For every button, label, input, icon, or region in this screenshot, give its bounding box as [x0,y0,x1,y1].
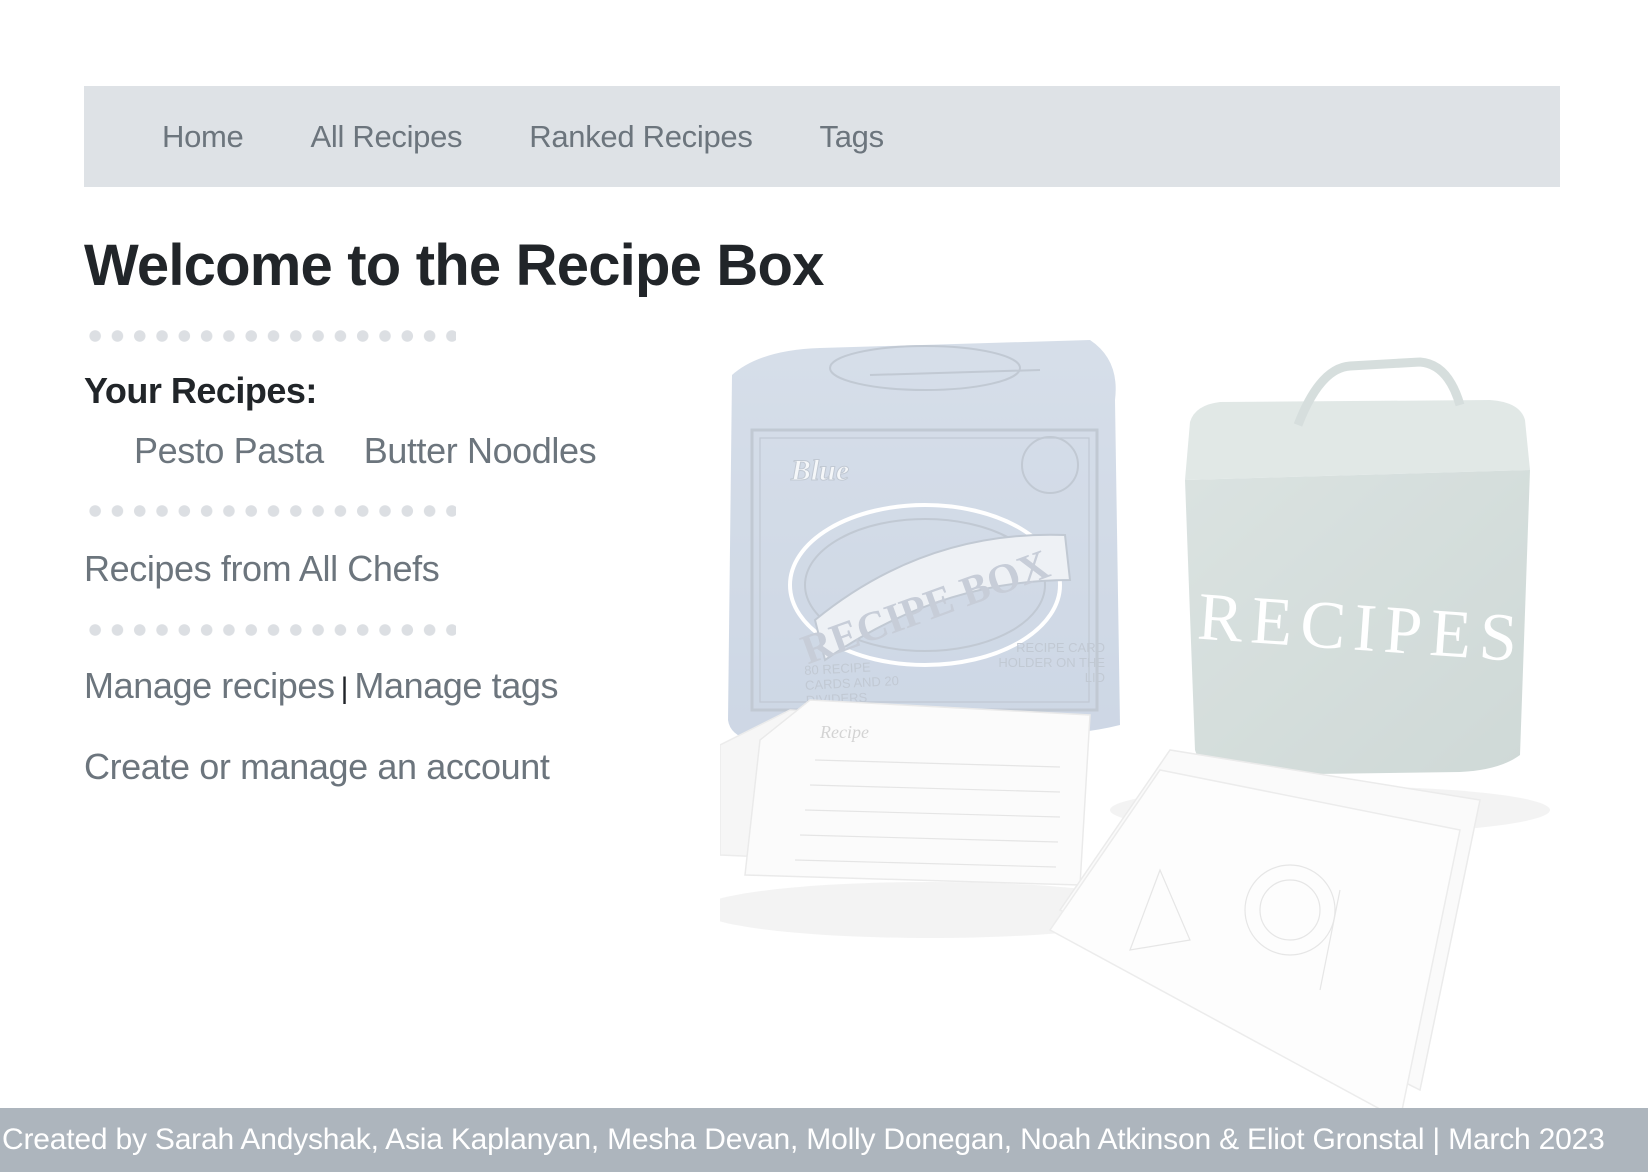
box-left-caption: 80 RECIPE CARDS AND 20 DIVIDERS [805,660,900,704]
nav-item-ranked-recipes: Ranked Recipes [529,119,753,155]
your-recipes-list: Pesto Pasta Butter Noodles [134,430,636,472]
manage-recipes-link[interactable]: Manage recipes [84,665,335,706]
navbar: Home All Recipes Ranked Recipes Tags [84,86,1560,187]
your-recipes-heading: Your Recipes: [84,370,317,411]
recipe-link-butter-noodles[interactable]: Butter Noodles [364,430,597,471]
page-title: Welcome to the Recipe Box [84,233,824,298]
nav-link-home[interactable]: Home [162,119,244,154]
recipe-box-image: RECIPE BOX Blue 80 RECIPE CARDS AND 20 D… [720,340,1550,1120]
recipes-tin: RECIPES [1185,357,1530,775]
footer: Created by Sarah Andyshak, Asia Kaplanya… [0,1108,1648,1172]
dotted-divider [84,330,456,342]
cardboard-box: RECIPE BOX Blue 80 RECIPE CARDS AND 20 D… [728,340,1120,740]
nav-item-home: Home [162,119,244,155]
recipe-link-pesto-pasta[interactable]: Pesto Pasta [134,430,324,471]
box-right-caption: RECIPE CARD HOLDER ON THE LID [998,640,1105,684]
nav-item-all-recipes: All Recipes [311,119,463,155]
nav-link-ranked-recipes[interactable]: Ranked Recipes [529,119,753,154]
dotted-divider [84,624,456,636]
manage-links-row: Manage recipes | Manage tags [84,665,559,707]
account-link[interactable]: Create or manage an account [84,746,550,788]
footer-credits: Created by Sarah Andyshak, Asia Kaplanya… [2,1123,1605,1156]
nav-link-all-recipes[interactable]: All Recipes [311,119,463,154]
link-separator: | [340,672,349,705]
nav-list: Home All Recipes Ranked Recipes Tags [84,86,951,187]
card-title-text: Recipe [819,722,869,742]
list-item: Pesto Pasta [134,430,324,472]
dotted-divider [84,505,456,517]
box-brand-text: Blue [790,454,849,487]
all-chefs-link[interactable]: Recipes from All Chefs [84,548,440,590]
nav-link-tags[interactable]: Tags [820,119,885,154]
recipe-cards: Recipe [720,699,1091,886]
manage-tags-link[interactable]: Manage tags [354,665,558,706]
list-item: Butter Noodles [364,430,597,472]
nav-item-tags: Tags [820,119,885,155]
page: Home All Recipes Ranked Recipes Tags Wel… [0,0,1648,1172]
